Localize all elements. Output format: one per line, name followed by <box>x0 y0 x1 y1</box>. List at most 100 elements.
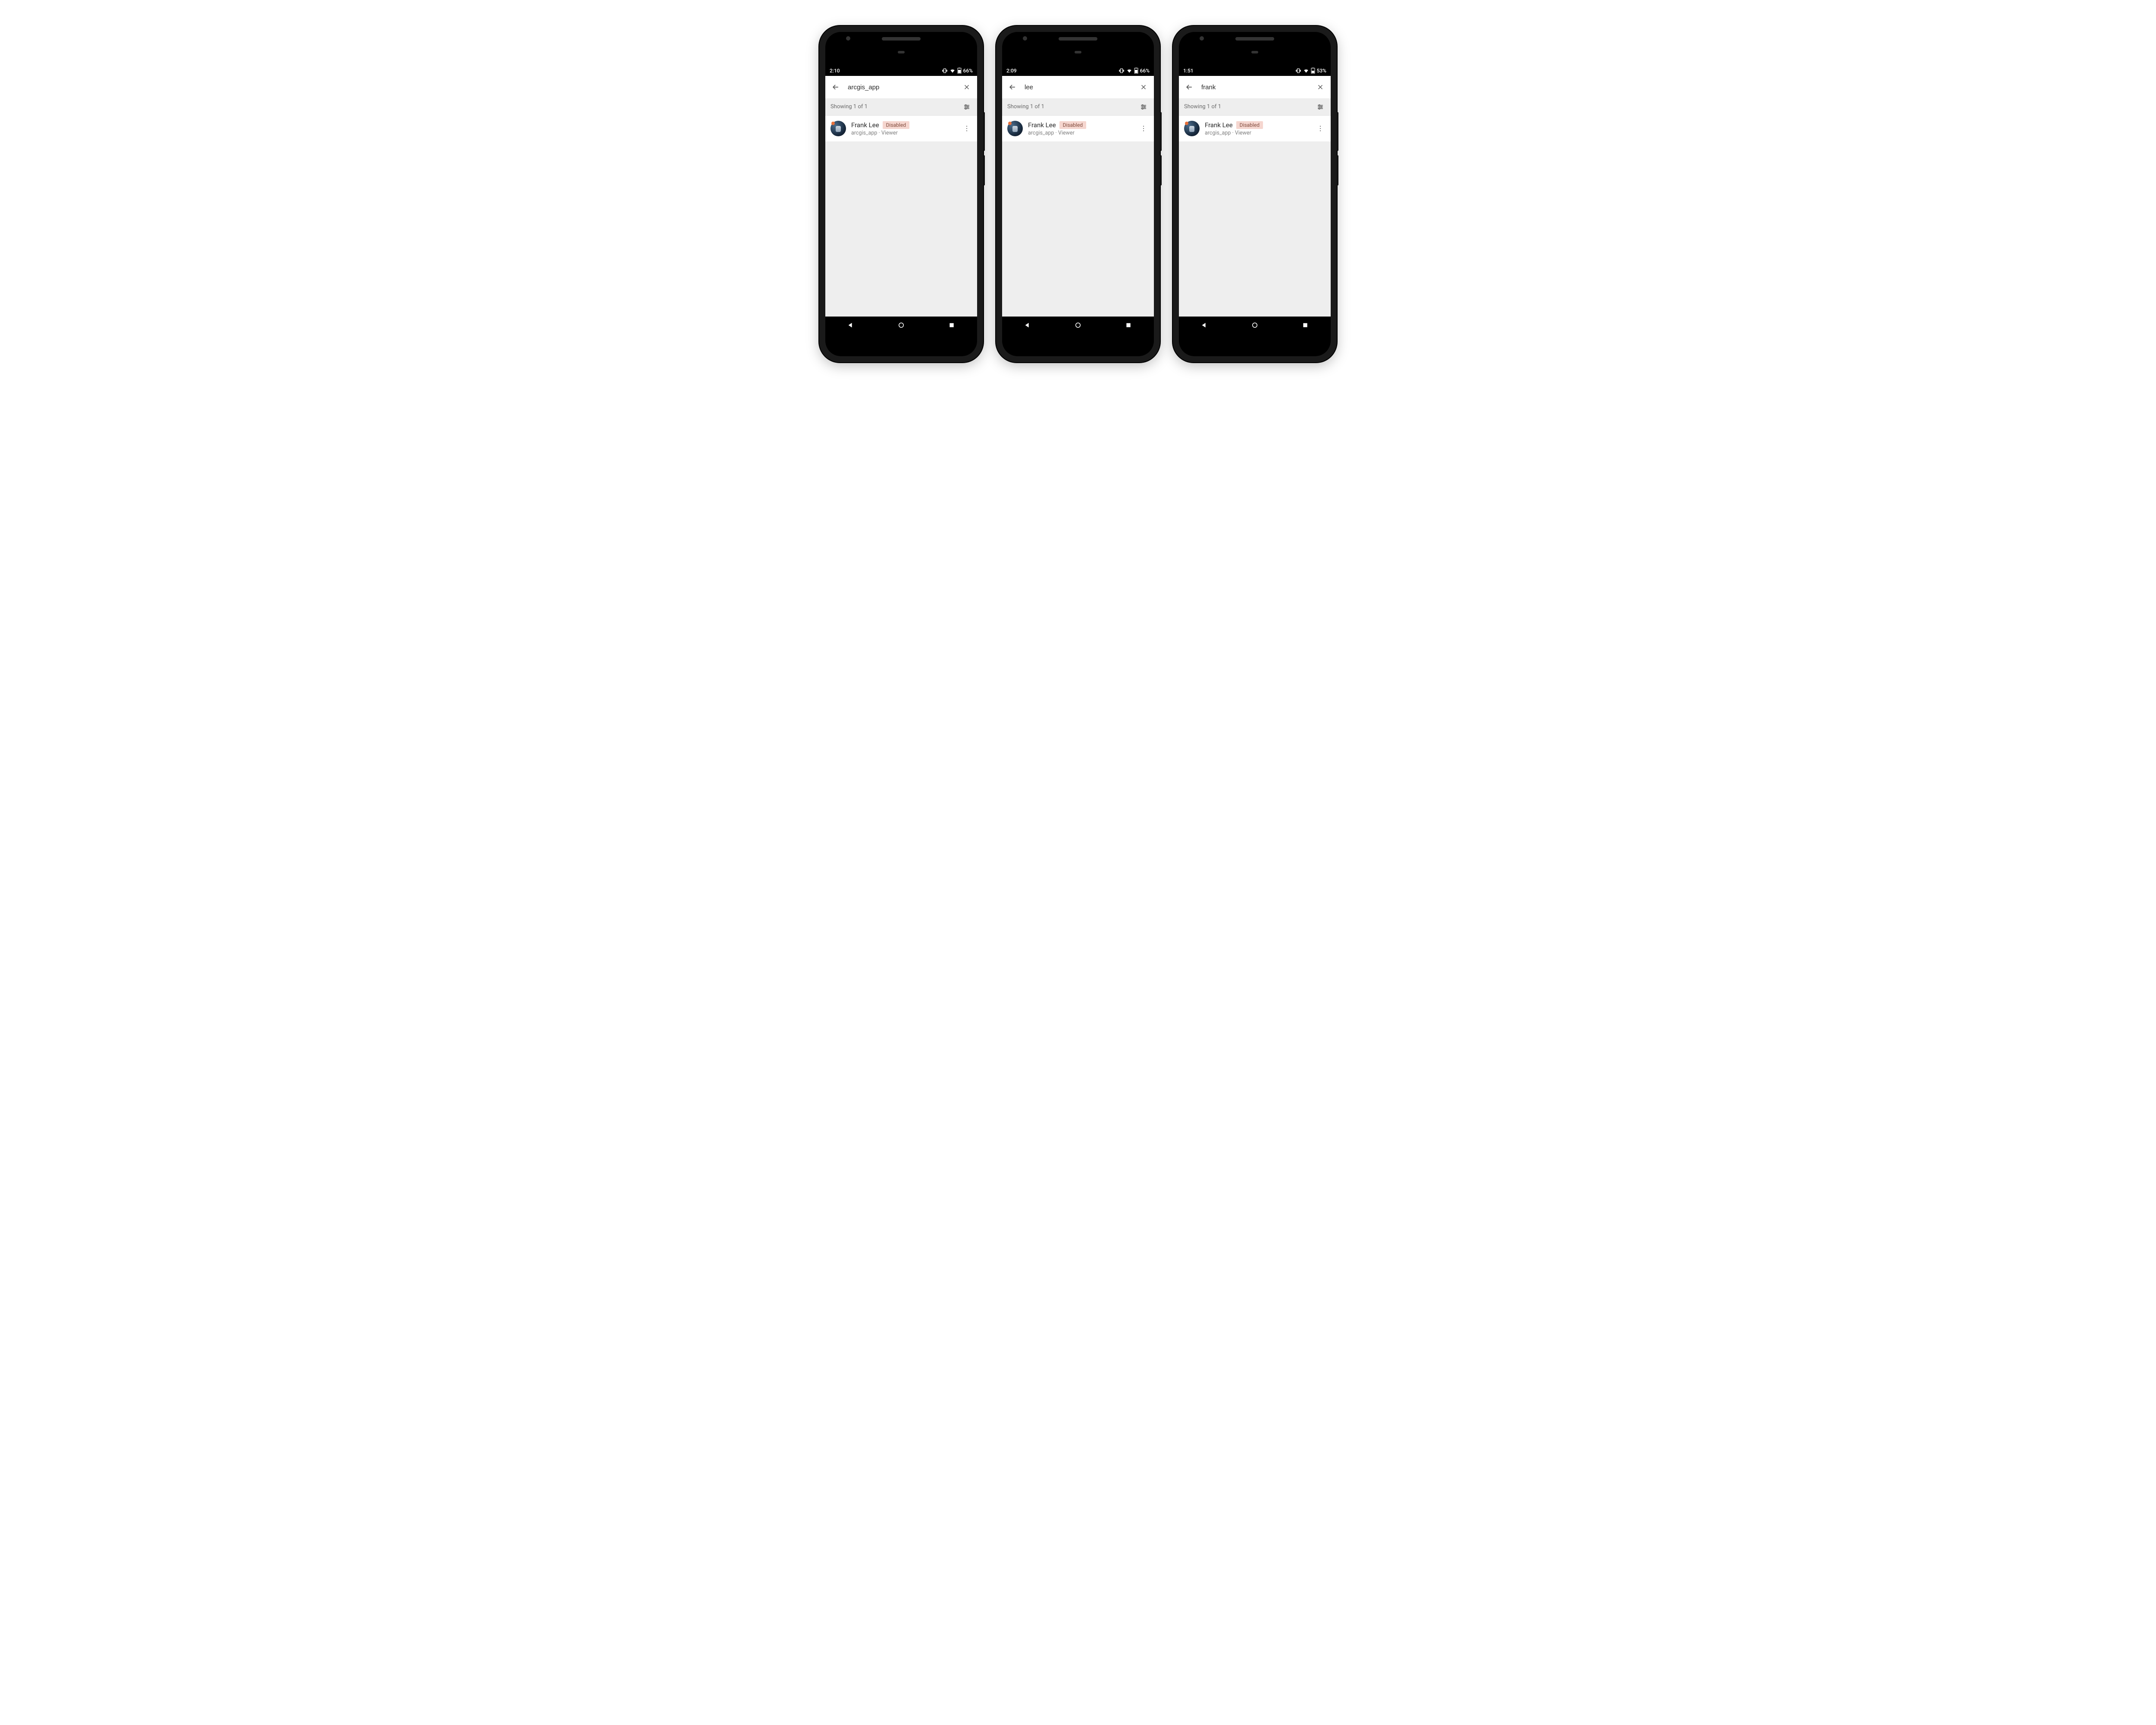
status-badge: Disabled <box>1236 121 1263 129</box>
filter-row: Showing 1 of 1 <box>1179 98 1331 116</box>
nav-home-button[interactable] <box>896 320 906 330</box>
status-icons: 66% <box>1119 68 1150 74</box>
phone-screen-container: 2:10 66% <box>825 32 977 356</box>
more-button[interactable] <box>962 123 972 134</box>
battery-percent: 53% <box>1317 68 1326 74</box>
phone-chin <box>1179 334 1331 356</box>
phone-camera <box>846 36 850 41</box>
wifi-icon <box>1303 68 1309 74</box>
android-nav-bar <box>1179 317 1331 334</box>
phone-chin <box>1002 334 1154 356</box>
phone-sensor <box>1251 51 1258 53</box>
empty-area <box>1002 142 1154 317</box>
result-name: Frank Lee <box>1028 121 1056 129</box>
status-time: 2:10 <box>830 68 840 74</box>
battery-percent: 66% <box>963 68 973 74</box>
wifi-icon <box>1126 68 1132 74</box>
search-bar <box>825 76 977 98</box>
phone-camera <box>1023 36 1027 41</box>
result-subtitle: arcgis_app · Viewer <box>1205 130 1310 136</box>
search-bar <box>1179 76 1331 98</box>
battery-percent: 66% <box>1140 68 1150 74</box>
empty-area <box>1179 142 1331 317</box>
filter-row: Showing 1 of 1 <box>1002 98 1154 116</box>
result-info: Frank Lee Disabled arcgis_app · Viewer <box>1205 121 1310 136</box>
phone-chin <box>825 334 977 356</box>
search-input[interactable] <box>1201 84 1308 91</box>
vibrate-icon <box>1119 68 1125 74</box>
nav-back-button[interactable] <box>1200 320 1209 330</box>
nav-recent-button[interactable] <box>1124 320 1133 330</box>
battery-icon <box>957 68 962 74</box>
phone-sensor <box>898 51 905 53</box>
power-button[interactable] <box>983 155 985 185</box>
avatar <box>830 121 846 136</box>
result-name-row: Frank Lee Disabled <box>1028 121 1133 129</box>
phone-screen-container: 1:51 53% <box>1179 32 1331 356</box>
result-subtitle: arcgis_app · Viewer <box>851 130 956 136</box>
android-nav-bar <box>1002 317 1154 334</box>
showing-count: Showing 1 of 1 <box>1184 104 1221 110</box>
phone-frame: 1:51 53% <box>1173 26 1337 362</box>
back-button[interactable] <box>1007 82 1018 92</box>
clear-button[interactable] <box>1315 82 1326 92</box>
nav-home-button[interactable] <box>1250 320 1260 330</box>
more-button[interactable] <box>1315 123 1326 134</box>
result-name: Frank Lee <box>1205 121 1233 129</box>
volume-button[interactable] <box>1160 112 1162 151</box>
status-time: 1:51 <box>1183 68 1194 74</box>
more-button[interactable] <box>1138 123 1149 134</box>
showing-count: Showing 1 of 1 <box>1007 104 1044 110</box>
android-nav-bar <box>825 317 977 334</box>
search-bar <box>1002 76 1154 98</box>
status-badge: Disabled <box>1059 121 1086 129</box>
clear-button[interactable] <box>1138 82 1149 92</box>
status-bar: 2:10 66% <box>825 66 977 76</box>
result-name: Frank Lee <box>851 121 879 129</box>
power-button[interactable] <box>1337 155 1338 185</box>
phone-speaker <box>882 37 921 41</box>
result-info: Frank Lee Disabled arcgis_app · Viewer <box>1028 121 1133 136</box>
status-badge: Disabled <box>883 121 909 129</box>
status-bar: 1:51 53% <box>1179 66 1331 76</box>
result-name-row: Frank Lee Disabled <box>1205 121 1310 129</box>
clear-button[interactable] <box>962 82 972 92</box>
power-button[interactable] <box>1160 155 1162 185</box>
nav-back-button[interactable] <box>1023 320 1032 330</box>
filter-button[interactable] <box>962 102 972 112</box>
list-item[interactable]: Frank Lee Disabled arcgis_app · Viewer <box>1179 116 1331 142</box>
status-icons: 66% <box>942 68 973 74</box>
phone-camera <box>1200 36 1204 41</box>
showing-count: Showing 1 of 1 <box>830 104 868 110</box>
empty-area <box>825 142 977 317</box>
avatar <box>1007 121 1023 136</box>
wifi-icon <box>950 68 956 74</box>
list-item[interactable]: Frank Lee Disabled arcgis_app · Viewer <box>1002 116 1154 142</box>
back-button[interactable] <box>1184 82 1194 92</box>
battery-icon <box>1134 68 1138 74</box>
phone-sensor <box>1075 51 1081 53</box>
filter-button[interactable] <box>1138 102 1149 112</box>
search-input[interactable] <box>848 84 955 91</box>
nav-recent-button[interactable] <box>947 320 956 330</box>
filter-button[interactable] <box>1315 102 1326 112</box>
nav-back-button[interactable] <box>846 320 856 330</box>
phone-speaker <box>1235 37 1274 41</box>
back-button[interactable] <box>830 82 841 92</box>
result-info: Frank Lee Disabled arcgis_app · Viewer <box>851 121 956 136</box>
phone-screen-container: 2:09 66% <box>1002 32 1154 356</box>
status-icons: 53% <box>1295 68 1326 74</box>
app-screen: 2:09 66% <box>1002 66 1154 334</box>
search-input[interactable] <box>1025 84 1131 91</box>
list-item[interactable]: Frank Lee Disabled arcgis_app · Viewer <box>825 116 977 142</box>
phone-frame: 2:10 66% <box>819 26 983 362</box>
filter-row: Showing 1 of 1 <box>825 98 977 116</box>
avatar <box>1184 121 1200 136</box>
app-screen: 1:51 53% <box>1179 66 1331 334</box>
vibrate-icon <box>1295 68 1301 74</box>
nav-home-button[interactable] <box>1073 320 1083 330</box>
volume-button[interactable] <box>983 112 985 151</box>
battery-icon <box>1311 68 1315 74</box>
volume-button[interactable] <box>1337 112 1338 151</box>
nav-recent-button[interactable] <box>1300 320 1310 330</box>
